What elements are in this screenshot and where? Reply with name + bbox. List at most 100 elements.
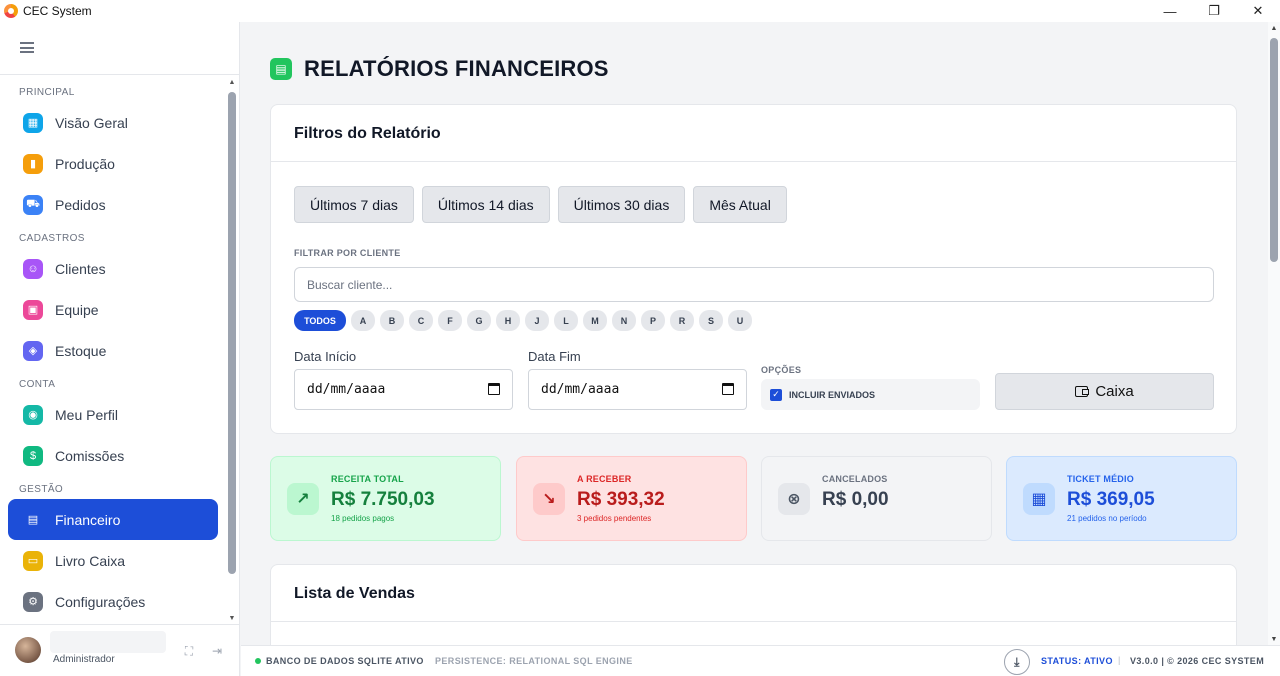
sidebar-item-label: Configurações — [55, 593, 146, 610]
letter-filter-h[interactable]: H — [496, 310, 520, 331]
letter-filter-todos[interactable]: TODOS — [294, 310, 346, 331]
quick-range-button[interactable]: Últimos 7 dias — [294, 186, 414, 223]
sidebar-section-title: CADASTROS — [19, 233, 85, 244]
receivable-card: ↘ A RECEBER R$ 393,32 3 pedidos pendente… — [516, 456, 747, 541]
include-sent-option[interactable]: ✓ INCLUIR ENVIADOS — [761, 379, 980, 410]
version-text: V3.0.0 | © 2026 CEC SYSTEM — [1130, 656, 1265, 666]
window-controls: — ❐ ✕ — [1148, 0, 1280, 22]
window-titlebar: CEC System — ❐ ✕ — [0, 0, 1280, 22]
stat-label: CANCELADOS — [822, 474, 888, 484]
filters-card-title: Filtros do Relatório — [271, 105, 1236, 162]
quick-range-button[interactable]: Mês Atual — [693, 186, 787, 223]
sidebar-section-title: PRINCIPAL — [19, 87, 75, 98]
maximize-icon[interactable]: ❐ — [1192, 0, 1236, 22]
sidebar-item-label: Financeiro — [55, 511, 121, 528]
letter-filter-u[interactable]: U — [728, 310, 752, 331]
sidebar-item-financeiro[interactable]: ▤ Financeiro — [8, 499, 218, 540]
fullscreen-icon[interactable]: ⛶ — [182, 644, 196, 658]
main-content: ▤ RELATÓRIOS FINANCEIROS Filtros do Rela… — [241, 22, 1267, 645]
scroll-down-icon[interactable]: ▼ — [1270, 636, 1278, 643]
box-icon: ◈ — [23, 340, 43, 361]
sidebar-item-visao-geral[interactable]: ▦ Visão Geral — [8, 102, 218, 143]
users-icon: ☺ — [23, 258, 43, 279]
download-icon[interactable]: ⤓ — [1004, 649, 1030, 675]
sidebar-item-label: Equipe — [55, 301, 99, 318]
sidebar-section-title: GESTÃO — [19, 484, 64, 495]
average-ticket-card: ▦ TICKET MÉDIO R$ 369,05 21 pedidos no p… — [1006, 456, 1237, 541]
end-date-input[interactable]: dd/mm/aaaa — [528, 369, 747, 410]
stat-label: RECEITA TOTAL — [331, 474, 404, 484]
main-scrollbar[interactable]: ▲ ▼ — [1268, 22, 1280, 645]
sidebar-section-title: CONTA — [19, 379, 56, 390]
end-date-value: dd/mm/aaaa — [541, 382, 620, 397]
letter-filter-s[interactable]: S — [699, 310, 723, 331]
sales-list-card: Lista de Vendas — [270, 564, 1237, 645]
sidebar: PRINCIPAL ▦ Visão Geral ▮ Produção ⛟ Ped… — [0, 22, 240, 676]
sidebar-item-label: Produção — [55, 155, 115, 172]
sidebar-scrollbar[interactable]: ▲ ▼ — [228, 76, 236, 624]
sidebar-item-pedidos[interactable]: ⛟ Pedidos — [8, 184, 218, 225]
stat-subtext: 21 pedidos no período — [1067, 514, 1147, 523]
menu-icon[interactable] — [20, 42, 34, 53]
client-search-input[interactable] — [294, 267, 1214, 302]
stat-value: R$ 369,05 — [1067, 489, 1155, 510]
window-title: CEC System — [23, 4, 92, 18]
scroll-up-icon[interactable]: ▲ — [228, 78, 236, 88]
sidebar-item-equipe[interactable]: ▣ Equipe — [8, 289, 218, 330]
stat-value: R$ 7.750,03 — [331, 489, 435, 510]
letter-filter-m[interactable]: M — [583, 310, 607, 331]
alphabet-filter: TODOS A B C F G H J L M N P R S U — [294, 310, 752, 331]
sidebar-item-configuracoes[interactable]: ⚙ Configurações — [8, 581, 218, 622]
wallet-icon: ▭ — [23, 550, 43, 571]
sidebar-item-producao[interactable]: ▮ Produção — [8, 143, 218, 184]
letter-filter-r[interactable]: R — [670, 310, 694, 331]
cancelled-card: ⊗ CANCELADOS R$ 0,00 — [761, 456, 992, 541]
grid-icon: ▦ — [23, 112, 43, 133]
quick-range-buttons: Últimos 7 dias Últimos 14 dias Últimos 30 … — [294, 186, 787, 223]
sidebar-item-meu-perfil[interactable]: ◉ Meu Perfil — [8, 394, 218, 435]
sidebar-item-comissoes[interactable]: $ Comissões — [8, 435, 218, 476]
letter-filter-f[interactable]: F — [438, 310, 462, 331]
persistence-text: PERSISTENCE: RELATIONAL SQL ENGINE — [435, 656, 633, 666]
sidebar-item-clientes[interactable]: ☺ Clientes — [8, 248, 218, 289]
start-date-input[interactable]: dd/mm/aaaa — [294, 369, 513, 410]
cart-icon: ⛟ — [23, 194, 43, 215]
user-role: Administrador — [53, 654, 115, 665]
letter-filter-c[interactable]: C — [409, 310, 433, 331]
minimize-icon[interactable]: — — [1148, 0, 1192, 22]
sidebar-item-label: Comissões — [55, 447, 125, 464]
include-sent-checkbox[interactable]: ✓ — [770, 388, 782, 401]
calendar-icon[interactable] — [488, 383, 500, 395]
avatar[interactable] — [15, 637, 41, 663]
main-scroll-thumb[interactable] — [1270, 38, 1278, 262]
letter-filter-l[interactable]: L — [554, 310, 578, 331]
letter-filter-b[interactable]: B — [380, 310, 404, 331]
quick-range-button[interactable]: Últimos 30 dias — [557, 186, 686, 223]
sidebar-item-livro-caixa[interactable]: ▭ Livro Caixa — [8, 540, 218, 581]
letter-filter-g[interactable]: G — [467, 310, 491, 331]
dollar-icon: $ — [23, 445, 43, 466]
stat-subtext: 3 pedidos pendentes — [577, 514, 652, 523]
logout-icon[interactable]: ⇥ — [210, 644, 224, 658]
close-icon[interactable]: ✕ — [1236, 0, 1280, 22]
gear-icon: ⚙ — [23, 591, 43, 612]
calendar-icon[interactable] — [722, 383, 734, 395]
letter-filter-j[interactable]: J — [525, 310, 549, 331]
cash-button[interactable]: Caixa — [995, 373, 1214, 410]
sidebar-item-estoque[interactable]: ◈ Estoque — [8, 330, 218, 371]
sidebar-item-label: Estoque — [55, 342, 107, 359]
letter-filter-a[interactable]: A — [351, 310, 375, 331]
db-status-text: BANCO DE DADOS SQLITE ATIVO — [266, 656, 424, 666]
briefcase-icon: ▣ — [23, 299, 43, 320]
quick-range-button[interactable]: Últimos 14 dias — [421, 186, 550, 223]
sidebar-header — [0, 22, 239, 75]
status-separator: | — [1118, 655, 1121, 665]
scroll-down-icon[interactable]: ▼ — [228, 614, 236, 624]
letter-filter-p[interactable]: P — [641, 310, 665, 331]
factory-icon: ▮ — [23, 153, 43, 174]
include-sent-label: INCLUIR ENVIADOS — [789, 389, 876, 400]
scroll-up-icon[interactable]: ▲ — [1270, 25, 1278, 32]
sidebar-scroll-thumb[interactable] — [228, 92, 236, 574]
letter-filter-n[interactable]: N — [612, 310, 636, 331]
total-revenue-card: ↗ RECEITA TOTAL R$ 7.750,03 18 pedidos p… — [270, 456, 501, 541]
